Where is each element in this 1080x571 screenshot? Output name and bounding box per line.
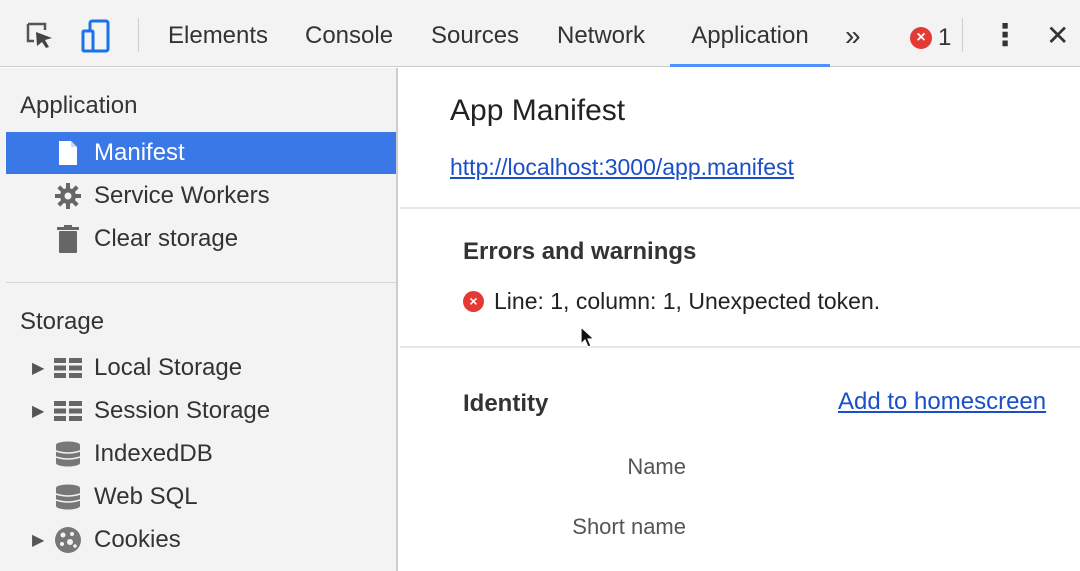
tab-console[interactable]: Console <box>305 0 393 67</box>
expand-arrow-icon[interactable]: ▶ <box>32 358 44 378</box>
database-icon <box>54 440 82 468</box>
errors-heading: Errors and warnings <box>463 238 697 265</box>
section-divider <box>400 207 1080 209</box>
grid-icon <box>54 354 82 382</box>
add-to-homescreen-link[interactable]: Add to homescreen <box>838 388 1046 416</box>
error-count-badge[interactable]: × 1 <box>910 24 951 52</box>
sidebar-item-label: Manifest <box>94 139 185 166</box>
sidebar-item-label: Cookies <box>94 526 181 553</box>
file-icon <box>54 139 82 167</box>
gear-icon <box>54 182 82 210</box>
more-tabs-icon[interactable]: » <box>845 0 861 67</box>
page-title: App Manifest <box>450 94 626 127</box>
sidebar-item-service-workers[interactable]: Service Workers <box>6 175 396 217</box>
sidebar-section-application: Application <box>20 92 138 119</box>
section-divider <box>400 346 1080 348</box>
expand-arrow-icon[interactable]: ▶ <box>32 530 44 550</box>
sidebar-item-label: Clear storage <box>94 225 239 252</box>
devtools-toolbar: Elements Console Sources Network Applica… <box>0 0 1080 67</box>
error-count: 1 <box>938 24 952 51</box>
sidebar-item-label: Session Storage <box>94 397 271 424</box>
sidebar-item-local-storage[interactable]: ▶ Local Storage <box>6 347 396 389</box>
sidebar-item-clear-storage[interactable]: Clear storage <box>6 218 396 260</box>
trash-icon <box>54 225 82 253</box>
error-icon: × <box>910 27 932 49</box>
sidebar-item-session-storage[interactable]: ▶ Session Storage <box>6 390 396 432</box>
error-icon: × <box>463 291 484 312</box>
expand-arrow-icon[interactable]: ▶ <box>32 401 44 421</box>
identity-heading: Identity <box>463 390 549 417</box>
sidebar-item-manifest[interactable]: Manifest <box>6 132 396 174</box>
cookie-icon <box>54 526 82 554</box>
tab-application[interactable]: Application <box>670 0 830 67</box>
toolbar-separator <box>138 18 139 52</box>
kebab-menu-icon[interactable]: ⋮ <box>990 0 1020 67</box>
sidebar-item-indexeddb[interactable]: IndexedDB <box>6 433 396 475</box>
sidebar-item-label: Web SQL <box>94 483 198 510</box>
error-message: Line: 1, column: 1, Unexpected token. <box>494 288 881 314</box>
tab-sources[interactable]: Sources <box>431 0 519 67</box>
field-label-name: Name <box>627 454 686 479</box>
sidebar-item-label: Local Storage <box>94 354 243 381</box>
sidebar-item-label: IndexedDB <box>94 440 213 467</box>
toolbar-separator <box>962 18 963 52</box>
inspect-element-icon[interactable] <box>22 18 58 54</box>
sidebar-item-label: Service Workers <box>94 182 270 209</box>
sidebar: Application Manifest Service Workers Cle… <box>0 68 398 571</box>
field-label-short-name: Short name <box>572 514 686 539</box>
grid-icon <box>54 397 82 425</box>
tab-elements[interactable]: Elements <box>168 0 268 67</box>
mouse-cursor-icon <box>580 325 596 355</box>
manifest-panel: App Manifest http://localhost:3000/app.m… <box>400 68 1080 571</box>
tab-network[interactable]: Network <box>557 0 645 67</box>
sidebar-item-web-sql[interactable]: Web SQL <box>6 476 396 518</box>
device-toolbar-icon[interactable] <box>78 18 114 54</box>
sidebar-item-cookies[interactable]: ▶ Cookies <box>6 519 396 561</box>
error-message-row: × Line: 1, column: 1, Unexpected token. <box>463 288 880 315</box>
manifest-url-link[interactable]: http://localhost:3000/app.manifest <box>450 154 794 181</box>
sidebar-section-storage: Storage <box>20 308 105 335</box>
sidebar-divider <box>6 282 396 283</box>
close-icon[interactable]: ✕ <box>1046 0 1069 67</box>
database-icon <box>54 483 82 511</box>
